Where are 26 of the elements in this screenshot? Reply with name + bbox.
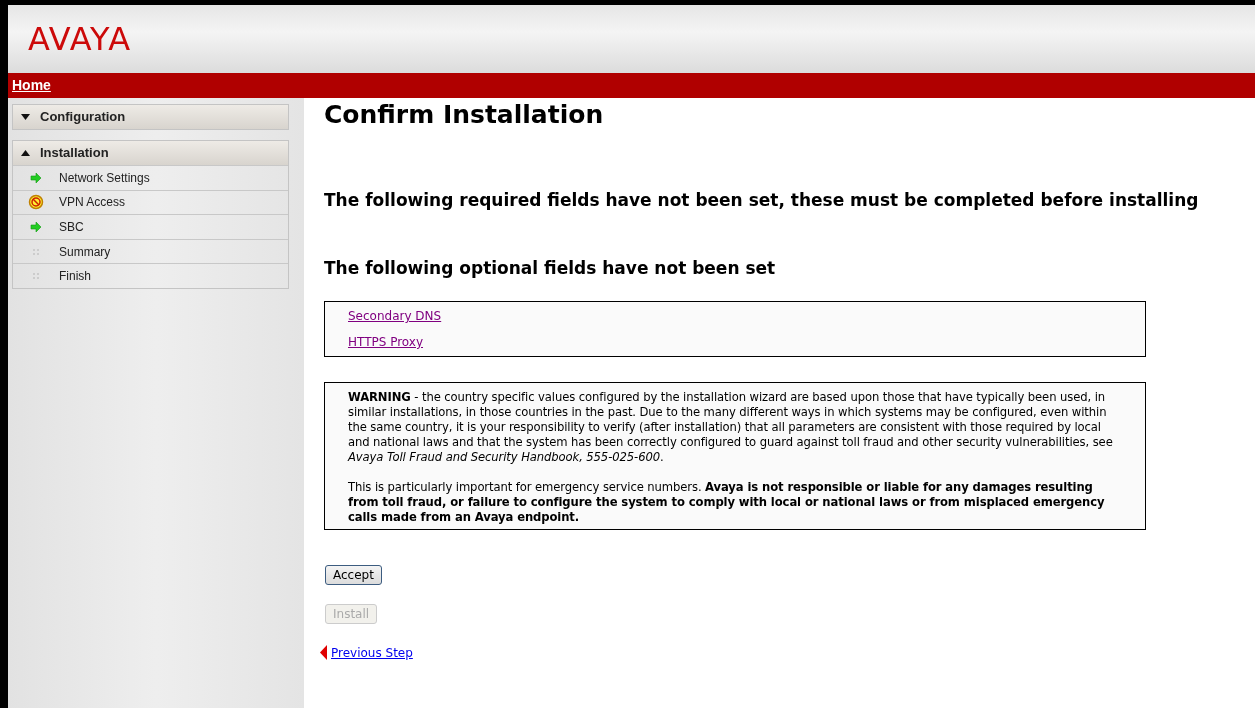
sidebar-item[interactable]: Network Settings <box>13 165 288 190</box>
dots-icon <box>33 248 39 255</box>
section-header[interactable]: Installation <box>13 141 288 165</box>
warning-text: WARNING - the country specific values configured by the installation wizard are based upon those that have typically been used, in similar installations, in those countries in the past. Due to the many different ways in which systems may be configured, even within the same country, it is your responsibility to verify (after installation) that all parameters are consistent with those required by local and national laws and that the system has been correctly configured to guard against toll fraud and other security vulnerabilities, see Avaya Toll Fraud and Security Handbook, 555-025-600. <box>348 390 1114 465</box>
action-button[interactable]: Accept <box>325 565 382 585</box>
sidebar-item[interactable]: VPN Access <box>13 189 288 215</box>
no-entry-icon <box>28 194 44 211</box>
arrow-icon <box>30 171 42 184</box>
back-arrow-icon <box>320 644 327 660</box>
previous-step-link[interactable]: Previous Step <box>331 646 413 661</box>
logo: AVAYA <box>28 23 132 55</box>
field-link[interactable]: Secondary DNS <box>348 308 442 324</box>
sidebar-item[interactable]: Summary <box>13 238 288 264</box>
collapsed-triangle-icon <box>21 114 30 120</box>
sidebar-item[interactable]: Finish <box>13 263 288 288</box>
section-header[interactable]: Configuration <box>13 105 288 129</box>
arrow-icon <box>30 221 42 233</box>
field-link[interactable]: HTTPS Proxy <box>348 334 423 350</box>
sidebar-item[interactable]: SBC <box>13 214 288 239</box>
dots-icon <box>33 273 39 280</box>
section-heading: The following optional fields have not been set <box>323 257 776 279</box>
page-title: Confirm Installation <box>323 100 604 130</box>
warning-text: This is particularly important for emergency service numbers. Avaya is not responsible or liable for any damages resulting from toll fraud, or failure to configure the system to comply with local or national laws or from misplaced emergency calls made from an Avaya endpoint. <box>348 480 1106 525</box>
home-link[interactable]: Home <box>12 75 51 96</box>
expanded-triangle-icon <box>21 150 30 156</box>
section-heading: The following required fields have not been set, these must be completed before installing <box>323 189 1199 211</box>
